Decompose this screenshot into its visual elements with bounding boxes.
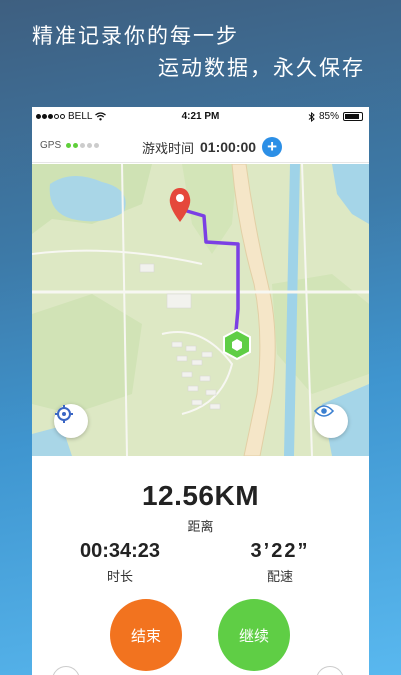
plus-icon: + (267, 137, 278, 156)
game-time: 游戏时间 01:00:00 + (142, 137, 283, 157)
phone-screen: BELL 4:21 PM 85% GPS 游戏时间 01:00:00 + 12.… (32, 107, 369, 675)
gps-label: GPS (40, 140, 62, 151)
distance-label: 距离 (187, 520, 214, 535)
battery-icon (343, 112, 363, 121)
stats-panel: 12.56KM 距离 00:34:23 时长 3’22” 配速 结束 继续 (32, 456, 369, 675)
status-bar: BELL 4:21 PM 85% (32, 107, 369, 127)
add-time-button[interactable]: + (262, 137, 283, 157)
gps-signal-icon (66, 143, 100, 148)
game-time-value: 01:00:00 (200, 139, 257, 155)
end-button[interactable]: 结束 (110, 599, 182, 671)
status-right: 85% (308, 111, 363, 122)
top-bar: GPS 游戏时间 01:00:00 + (32, 129, 369, 163)
distance-value: 12.56KM (141, 480, 260, 511)
eye-icon (314, 405, 334, 417)
headline-line-1: 精准记录你的每一步 (32, 24, 239, 48)
bluetooth-icon (308, 111, 315, 122)
pace-value: 3’22” (250, 540, 310, 562)
route-map[interactable] (32, 164, 369, 456)
resume-button[interactable]: 继续 (218, 599, 290, 671)
headline-line-2: 运动数据，永久保存 (158, 56, 365, 80)
duration-value: 00:34:23 (79, 540, 161, 562)
hexagon-start-icon (223, 328, 251, 361)
view-toggle-button[interactable] (314, 404, 348, 438)
pace-label: 配速 (266, 570, 293, 585)
locate-button[interactable] (54, 404, 88, 438)
crosshair-icon (55, 405, 73, 423)
game-time-label: 游戏时间 (142, 141, 195, 157)
gps-indicator: GPS (40, 140, 100, 151)
left-corner-button[interactable] (52, 666, 80, 675)
right-corner-button[interactable] (316, 666, 344, 675)
battery-percent: 85% (318, 111, 339, 122)
duration-label: 时长 (106, 570, 133, 585)
